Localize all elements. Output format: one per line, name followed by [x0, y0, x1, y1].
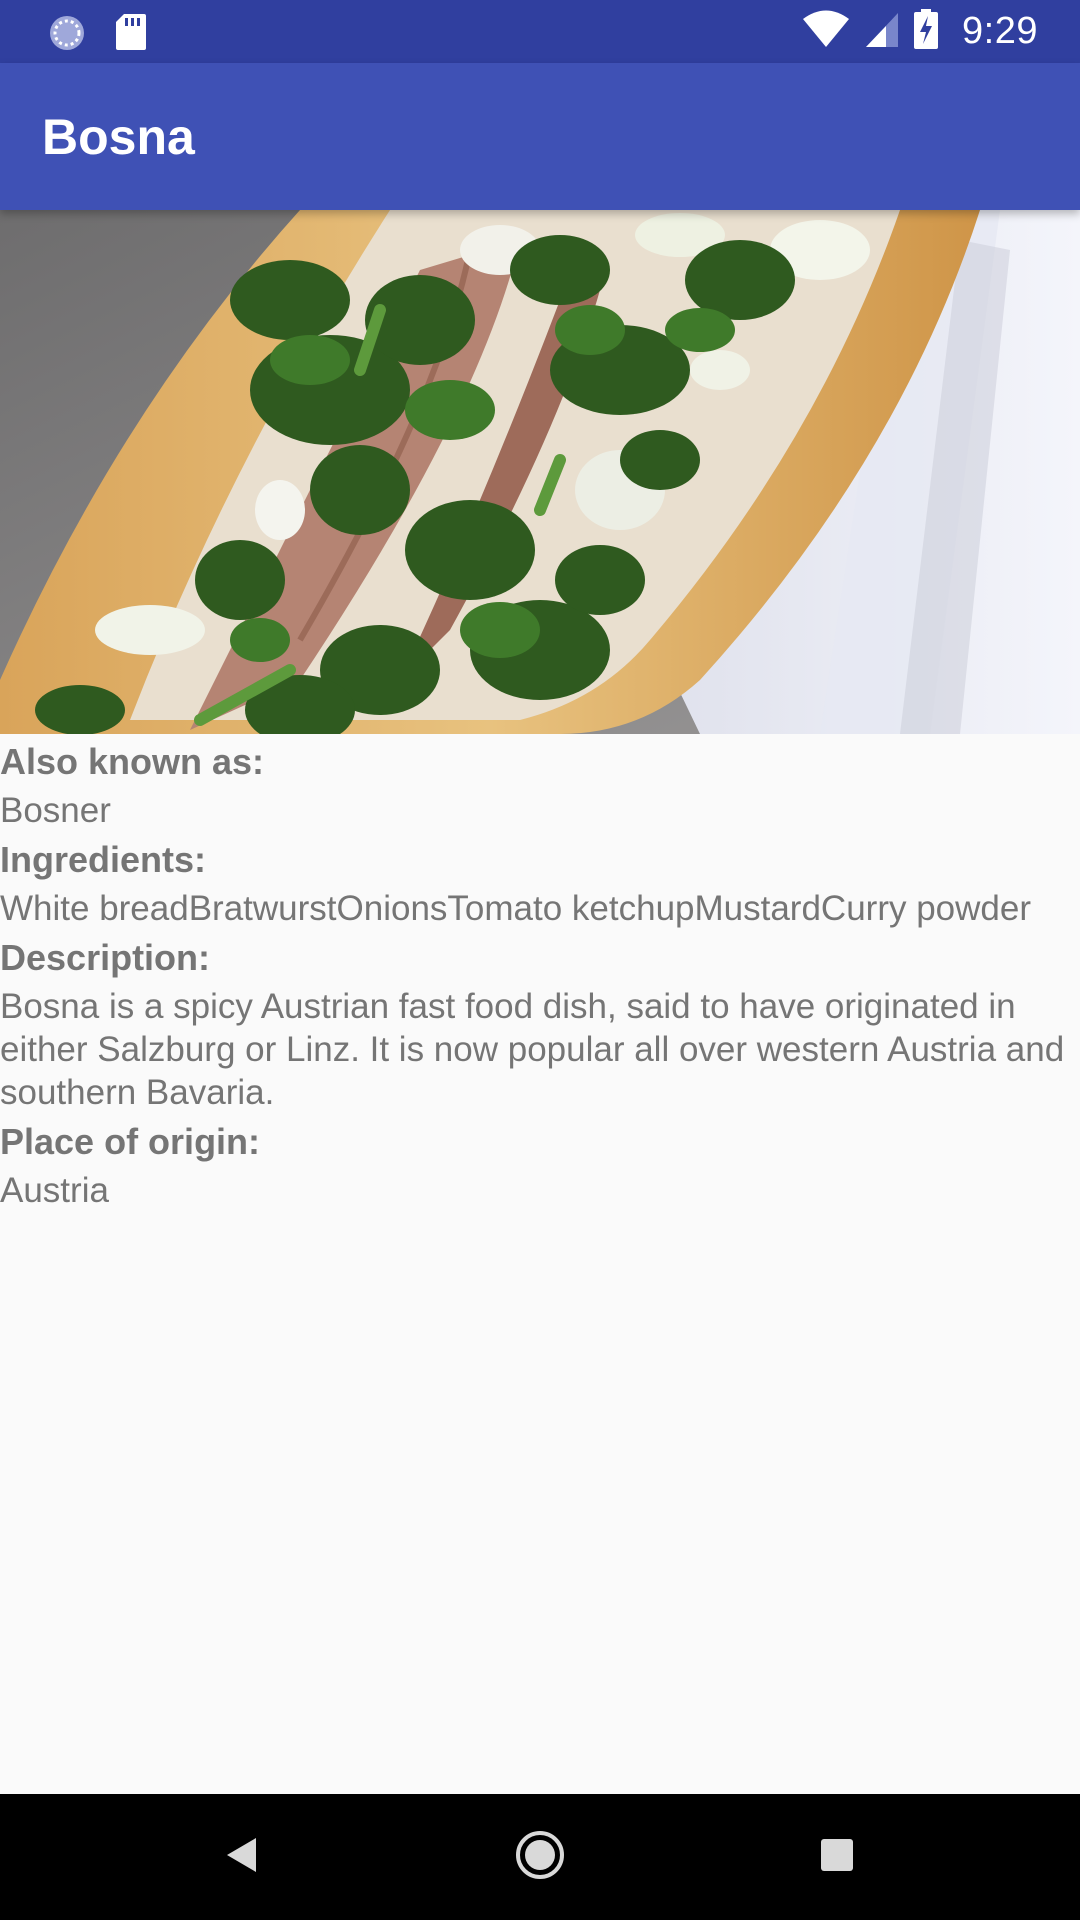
signal-icon [864, 10, 900, 53]
ingredients-label: Ingredients: [0, 839, 207, 880]
ingredients-value: White breadBratwurstOnionsTomato ketchup… [0, 889, 1031, 928]
home-icon [515, 1830, 565, 1885]
status-bar: 9:29 [0, 0, 1080, 63]
sync-icon [46, 12, 88, 59]
navigation-bar [0, 1794, 1080, 1920]
back-icon [224, 1836, 258, 1879]
sd-card-icon [114, 12, 148, 57]
back-button[interactable] [196, 1812, 286, 1902]
description-value: Bosna is a spicy Austrian fast food dish… [0, 987, 1065, 1112]
description-label: Description: [0, 937, 211, 978]
origin-value: Austria [0, 1171, 109, 1210]
battery-charging-icon [914, 9, 939, 54]
bosna-sandwich-photo [0, 210, 1080, 734]
page-title: Bosna [42, 109, 195, 165]
status-right-group: 9:29 [802, 0, 1038, 63]
app-bar: Bosna [0, 63, 1080, 210]
status-time: 9:29 [962, 10, 1038, 52]
recents-icon [820, 1838, 854, 1877]
recents-button[interactable] [792, 1812, 882, 1902]
wifi-icon [802, 10, 850, 53]
also-known-as-label: Also known as: [0, 741, 265, 782]
origin-label: Place of origin: [0, 1121, 261, 1162]
dish-details: Also known as: Bosner Ingredients: White… [0, 734, 1080, 1212]
home-button[interactable] [495, 1812, 585, 1902]
also-known-as-value: Bosner [0, 791, 111, 830]
